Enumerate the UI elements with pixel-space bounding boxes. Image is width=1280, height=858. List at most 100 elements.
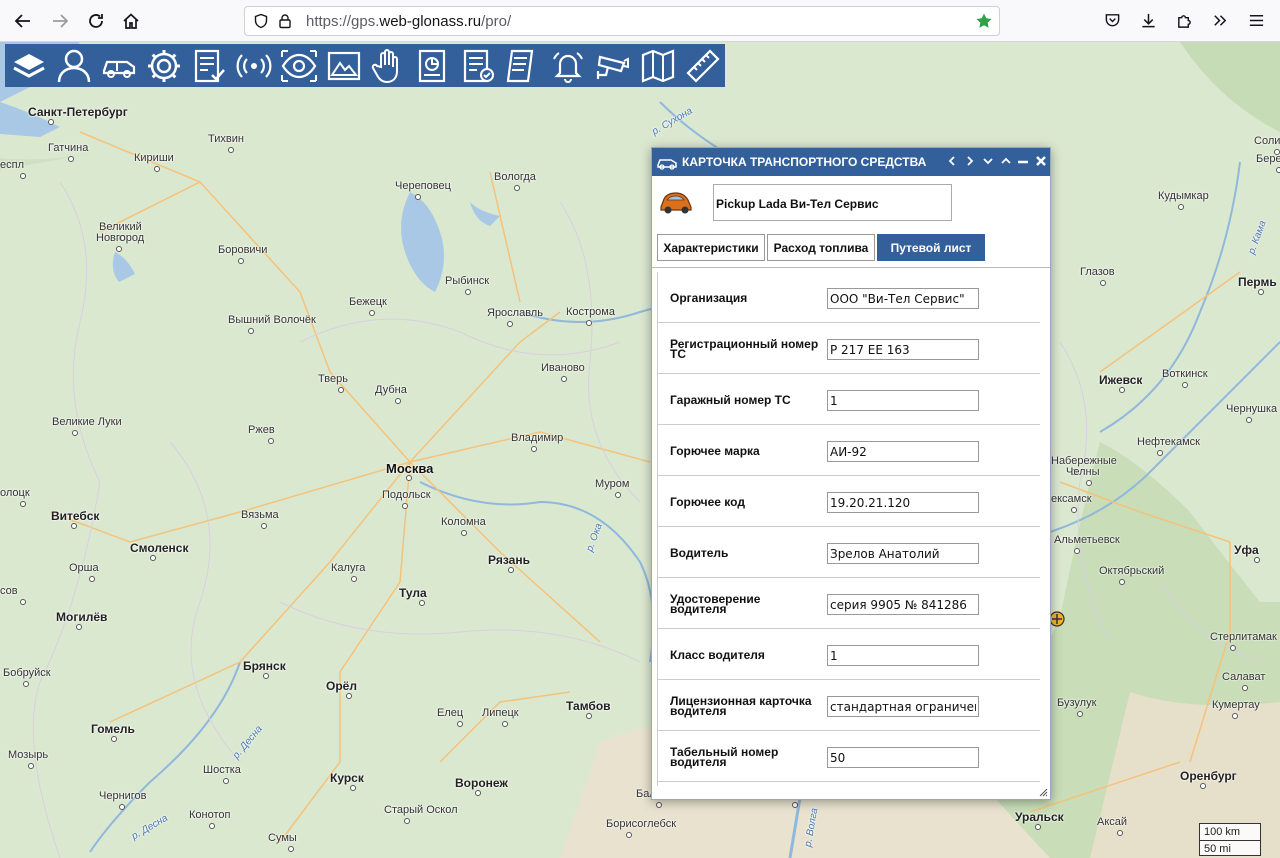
waybill-fields[interactable]: Организация Регистрационный номер ТС Гар…	[657, 272, 1040, 786]
map-city-label: Липецк	[482, 707, 519, 719]
reload-icon	[89, 14, 103, 28]
overflow-button[interactable]	[1208, 9, 1230, 31]
shield-icon[interactable]	[253, 13, 269, 29]
map-city-label: Москва	[386, 461, 434, 476]
map-scale-bar: 100 km 50 mi	[1199, 823, 1261, 856]
waybill-icon	[506, 49, 534, 82]
toolbar-eye-button[interactable]	[276, 44, 321, 87]
map-city-dot	[261, 523, 267, 529]
card-minimize-button[interactable]	[1015, 153, 1031, 169]
map-city-dot	[1200, 783, 1206, 789]
toolbar-map-button[interactable]	[635, 44, 680, 87]
driver-license-input[interactable]	[827, 594, 979, 615]
fuel-code-input[interactable]	[827, 492, 979, 513]
map-city-dot	[404, 818, 410, 824]
map-city-label: Владимир	[511, 432, 564, 444]
garage-number-input[interactable]	[827, 390, 979, 411]
map-city-label: Глазов	[1080, 266, 1115, 278]
field-label: Табельный номер водителя	[670, 744, 779, 769]
personnel-number-input[interactable]	[827, 747, 979, 768]
address-bar[interactable]: https://gps.web-glonass.ru/pro/	[244, 6, 1000, 36]
menu-button[interactable]	[1245, 9, 1267, 31]
toolbar-document-check-button[interactable]	[456, 44, 501, 87]
toolbar-signal-button[interactable]	[231, 44, 276, 87]
map-city-label: Ржев	[248, 424, 275, 436]
map-city-label: ексамск	[1051, 493, 1092, 505]
map-canvas[interactable]: Санкт-Петербург Гатчина Тихвин Кириши Черепо…	[0, 42, 1280, 858]
arrow-left-icon	[14, 14, 30, 28]
map-city-dot	[457, 721, 463, 727]
reload-button[interactable]	[82, 7, 110, 35]
tab-waybill[interactable]: Путевой лист	[877, 234, 985, 261]
card-next-button[interactable]	[962, 153, 978, 169]
driver-class-input[interactable]	[827, 645, 979, 666]
url-text[interactable]: https://gps.web-glonass.ru/pro/	[306, 13, 511, 30]
bookmark-star-icon[interactable]	[975, 12, 993, 30]
toolbar-hand-button[interactable]	[366, 44, 411, 87]
toolbar-alarm-button[interactable]	[546, 44, 591, 87]
organization-input[interactable]	[827, 288, 979, 309]
driver-input[interactable]	[827, 543, 979, 564]
map-city-dot	[20, 173, 26, 179]
license-card-input[interactable]	[827, 696, 979, 717]
map-city-dot	[419, 600, 425, 606]
registration-number-input[interactable]	[827, 339, 979, 360]
chevron-up-icon	[1001, 157, 1011, 164]
toolbar-user-button[interactable]	[52, 44, 97, 87]
map-city-label: Тихвин	[208, 133, 244, 145]
card-footer	[652, 786, 1050, 799]
map-city-label: Конотоп	[189, 809, 231, 821]
map-city-dot	[656, 802, 662, 808]
map-city-dot	[351, 576, 357, 582]
map-city-label: Могилёв	[56, 610, 108, 624]
toolbar-geofence-button[interactable]	[321, 44, 366, 87]
map-city-dot	[116, 246, 122, 252]
field-row-organization: Организация	[658, 272, 1040, 323]
card-title: КАРТОЧКА ТРАНСПОРТНОГО СРЕДСТВА	[682, 155, 927, 169]
toolbar-vehicle-button[interactable]	[97, 44, 142, 87]
map-city-label: Боровичи	[218, 244, 268, 256]
card-prev-button[interactable]	[944, 153, 960, 169]
map-city-dot	[1258, 289, 1264, 295]
toolbar-layers-button[interactable]	[7, 44, 52, 87]
home-button[interactable]	[117, 7, 145, 35]
map-city-dot	[1119, 579, 1125, 585]
lock-icon[interactable]	[277, 13, 293, 29]
pocket-button[interactable]	[1101, 9, 1123, 31]
extensions-button[interactable]	[1173, 9, 1195, 31]
map-city-dot	[48, 119, 54, 125]
card-collapse-button[interactable]	[998, 153, 1014, 169]
report-icon	[419, 49, 446, 82]
tab-characteristics[interactable]: Характеристики	[657, 234, 765, 261]
map-city-dot	[1119, 387, 1125, 393]
toolbar-ruler-button[interactable]	[680, 44, 725, 87]
downloads-button[interactable]	[1137, 9, 1159, 31]
map-city-label: Брянск	[243, 659, 286, 673]
map-city-label: Вологда	[494, 171, 536, 183]
back-button[interactable]	[9, 7, 37, 35]
map-city-label: Орёл	[326, 679, 357, 693]
tab-fuel-consumption[interactable]: Расход топлива	[767, 234, 875, 261]
map-city-label: Старый Оскол	[384, 804, 458, 816]
map-city-dot	[150, 555, 156, 561]
tab-divider	[652, 267, 1050, 268]
fuel-brand-input[interactable]	[827, 441, 979, 462]
toolbar-waybill-button[interactable]	[501, 44, 546, 87]
download-icon	[1141, 13, 1155, 27]
field-label: Гаражный номер ТС	[670, 392, 791, 407]
resize-grip-icon[interactable]	[1038, 787, 1048, 797]
toolbar-checklist-button[interactable]	[187, 44, 232, 87]
toolbar-settings-button[interactable]	[142, 44, 187, 87]
toolbar-report-button[interactable]	[411, 44, 456, 87]
map-city-dot	[1182, 382, 1188, 388]
card-close-button[interactable]	[1033, 153, 1049, 169]
card-expand-button[interactable]	[980, 153, 996, 169]
map-city-dot	[586, 320, 592, 326]
toolbar-camera-button[interactable]	[590, 44, 635, 87]
vehicle-name-field[interactable]: Pickup Lada Ви-Тел Сервис	[713, 184, 952, 221]
map-city-label: Гомель	[91, 722, 135, 736]
forward-button[interactable]	[46, 7, 74, 35]
chevron-right-icon	[967, 156, 974, 166]
card-titlebar[interactable]: КАРТОЧКА ТРАНСПОРТНОГО СРЕДСТВА	[652, 148, 1050, 176]
map-city-dot	[76, 624, 82, 630]
